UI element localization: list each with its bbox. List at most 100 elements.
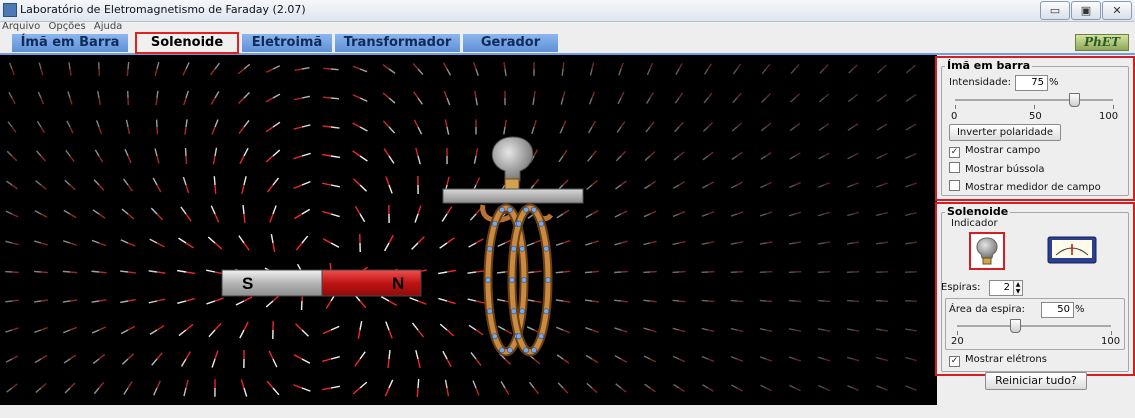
field-needle-north [881,64,887,70]
field-needle-south [496,298,506,302]
field-needle-north [11,242,19,246]
checkbox-icon[interactable]: ✓ [949,356,960,367]
lightbulb-indicator-button[interactable] [969,232,1005,270]
bar-magnet-panel: Ímã em barra Intensidade: 75 % 0 50 100 … [935,56,1135,201]
field-needle-south [643,213,651,218]
strength-slider-thumb[interactable] [1068,93,1080,107]
simulation-canvas[interactable]: S N [0,55,937,405]
show-field-meter-checkbox[interactable]: Mostrar medidor de campo [949,180,1101,193]
electron-dot [486,245,493,252]
strength-field[interactable]: 75 [1015,75,1048,91]
field-needle-north [736,241,744,244]
field-needle-south [409,297,419,302]
field-needle-north [11,126,17,133]
field-needle-north [446,269,456,273]
field-needle-south [646,97,651,104]
field-needle-north [852,329,860,332]
field-needle-south [301,95,310,99]
area-field[interactable]: 50 [1041,302,1074,318]
field-needle-south [788,213,796,217]
field-needle-south [5,329,13,333]
tab-solenoide[interactable]: Solenoide [135,32,239,54]
phet-logo[interactable]: PhET [1075,34,1129,51]
field-needle-south [643,355,651,360]
bar-magnet[interactable]: S N [221,269,422,297]
field-needle-north [794,211,802,215]
field-needle-south [818,155,825,160]
tab-ima-em-barra[interactable]: Ímã em Barra [12,34,128,52]
field-needle-north [649,358,657,363]
field-needle-north [388,300,398,307]
field-needle-north [69,155,75,163]
menu-opcoes[interactable]: Opções [48,21,85,32]
loops-field[interactable]: 2 [989,280,1014,296]
field-needle-south [380,295,390,302]
field-needle-south [417,379,420,389]
field-needle-south [472,380,477,389]
field-needle-north [620,300,628,303]
field-needle-south [761,68,767,75]
show-field-checkbox[interactable]: ✓ Mostrar campo [949,144,1040,158]
field-needle-north [504,329,513,335]
checkbox-icon[interactable] [949,162,960,173]
field-needle-south [473,155,477,164]
field-needle-north [473,62,477,70]
field-needle-north [293,384,303,389]
field-needle-north [417,205,422,215]
field-needle-north [707,151,714,157]
field-needle-north [352,65,361,70]
field-needle-south [672,327,680,331]
strength-slider-track[interactable] [955,99,1113,101]
show-compass-checkbox[interactable]: Mostrar bússola [949,162,1045,175]
spin-down-icon[interactable]: ▼ [1016,288,1021,295]
loops-spinner[interactable]: ▲ ▼ [1013,280,1023,296]
field-needle-north [852,93,859,99]
voltmeter-indicator-button[interactable] [1047,236,1097,264]
field-needle-north [794,387,801,392]
field-needle-south [439,323,448,331]
field-needle-north [707,181,714,186]
field-needle-north [446,237,455,244]
field-needle-south [760,184,767,189]
field-needle-north [475,238,484,244]
field-needle-north [591,387,598,394]
field-needle-north [127,184,134,192]
field-needle-south [243,387,248,397]
field-needle-north [11,383,18,389]
field-needle-south [847,97,854,103]
field-needle-south [526,242,535,247]
menu-arquivo[interactable]: Arquivo [2,21,40,32]
field-needle-south [556,354,564,360]
checkbox-icon[interactable]: ✓ [949,147,960,158]
field-needle-south [559,126,564,134]
field-needle-south [330,184,340,188]
field-needle-south [36,120,42,128]
field-needle-north [185,184,190,194]
field-needle-north [182,68,187,76]
show-electrons-checkbox[interactable]: ✓ Mostrar elétrons [949,353,1047,367]
maximize-button[interactable]: ▣ [1071,1,1101,20]
area-slider-track[interactable] [957,325,1111,327]
field-needle-south [555,326,564,331]
field-needle-south [265,300,274,308]
field-needle-north [591,358,599,364]
menu-ajuda[interactable]: Ajuda [94,21,122,32]
reset-all-button[interactable]: Reiniciar tudo? [985,372,1087,390]
field-needle-south [243,91,250,99]
tab-transformador[interactable]: Transformador [335,34,460,52]
flip-polarity-button[interactable]: Inverter polaridade [949,124,1061,141]
checkbox-icon[interactable] [949,180,960,191]
field-needle-north [620,121,626,128]
area-slider-thumb[interactable] [1009,319,1021,333]
field-needle-south [790,68,796,75]
field-needle-north [322,210,332,215]
field-needle-north [533,358,541,365]
spin-up-icon[interactable]: ▲ [1016,281,1021,288]
minimize-button[interactable]: ▭ [1040,1,1070,20]
close-button[interactable]: ✕ [1102,1,1132,20]
status-bar [0,405,1135,418]
tab-eletroima[interactable]: Eletroimã [242,34,332,52]
field-needle-south [213,176,216,186]
tab-gerador[interactable]: Gerador [463,34,558,52]
field-needle-north [237,68,245,75]
